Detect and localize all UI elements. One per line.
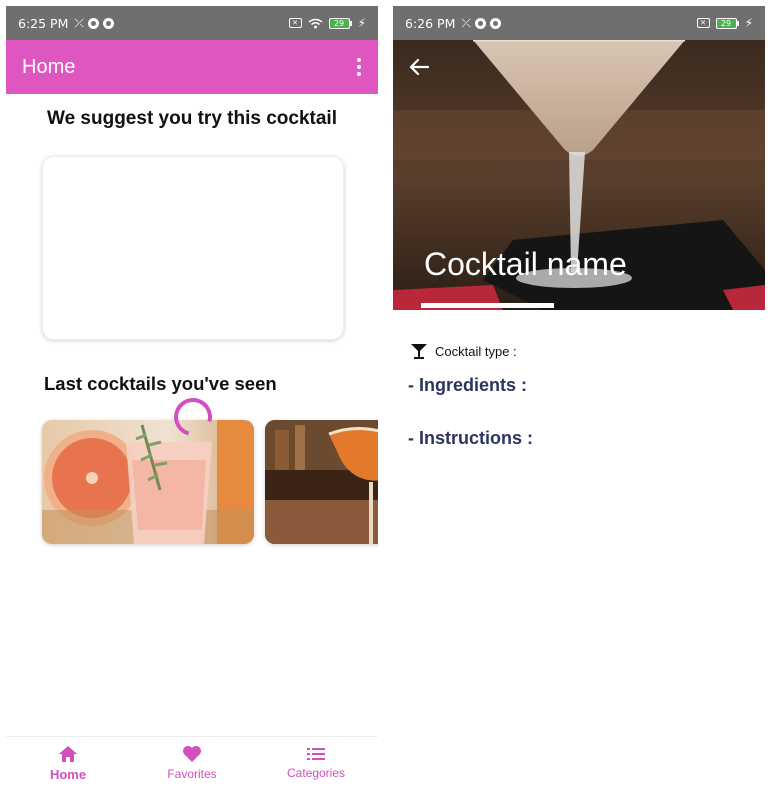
battery-icon: 29 [328,17,352,29]
cocktail-type-label: Cocktail type : [435,343,517,359]
heart-icon [183,746,201,762]
no-sim-icon: ✕ [288,18,302,28]
notification-icon [87,17,99,29]
sync-off-icon: ⤫ [461,16,471,30]
overflow-menu-icon[interactable] [356,58,362,76]
cocktail-image [265,420,378,544]
status-time: 6:25 PM [18,15,69,31]
status-time: 6:26 PM [405,15,456,31]
bottom-navigation: Home Favorites Categories [6,736,378,789]
cocktail-type-row: Cocktail type : [409,342,517,360]
ingredients-heading: - Ingredients : [408,375,528,395]
battery-level: 29 [328,17,350,29]
recent-cocktail-card[interactable] [265,420,378,544]
recent-cocktail-card[interactable] [42,420,254,544]
list-icon [307,748,325,760]
home-screen: 6:25 PM ⤫ ✕ 29 ⚡ Home We suggest you try… [6,6,378,789]
no-sim-icon: ✕ [696,18,710,28]
nav-home-label: Home [49,766,87,782]
suggestion-heading: We suggest you try this cocktail [46,108,337,129]
charging-icon: ⚡ [357,16,366,30]
charging-icon: ⚡ [744,16,753,30]
nav-favorites[interactable]: Favorites [130,737,254,789]
cocktail-detail-screen: 6:26 PM ⤫ ✕ 29 ⚡ Cocktail name Cocktail … [393,6,765,789]
app-bar: Home [6,40,378,94]
cocktail-image [42,420,254,544]
recent-heading: Last cocktails you've seen [44,373,277,394]
nav-favorites-label: Favorites [167,767,217,781]
app-bar-title: Home [22,55,76,78]
nav-categories[interactable]: Categories [254,737,378,789]
notification-icon [489,17,501,29]
wifi-icon [308,18,323,28]
cocktail-name: Cocktail name [424,246,627,282]
home-icon [59,745,77,762]
instructions-heading: - Instructions : [408,428,533,448]
cocktail-glass-icon [411,344,427,359]
title-underline [421,303,554,308]
battery-icon: 29 [715,17,739,29]
nav-home[interactable]: Home [6,737,130,789]
notification-icon [474,17,486,29]
nav-categories-label: Categories [286,766,346,780]
sync-off-icon: ⤫ [74,16,84,30]
status-bar: 6:26 PM ⤫ ✕ 29 ⚡ [393,6,765,40]
battery-level: 29 [715,17,737,29]
status-bar: 6:25 PM ⤫ ✕ 29 ⚡ [6,6,378,40]
back-arrow-icon[interactable] [409,58,429,76]
suggested-cocktail-card[interactable] [42,156,344,340]
notification-icon [102,17,114,29]
